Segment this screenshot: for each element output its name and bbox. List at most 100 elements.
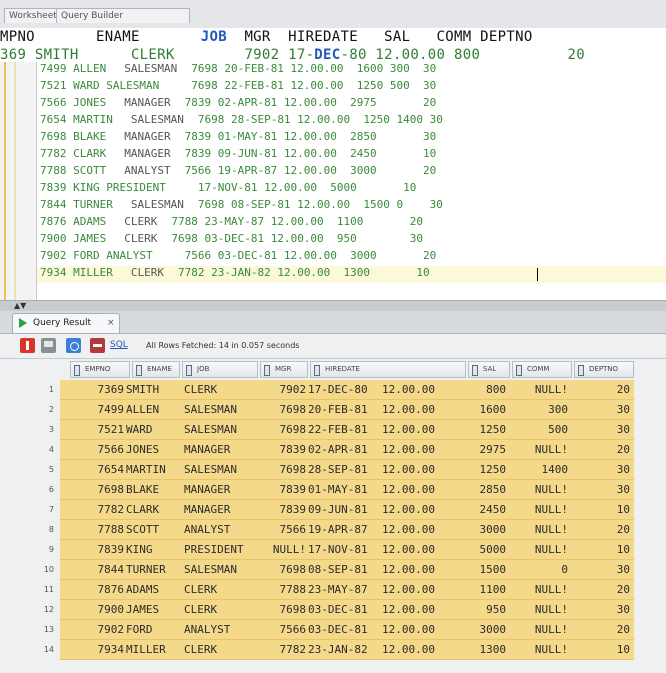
cell-sal[interactable]: 950	[464, 600, 506, 619]
cell-ename[interactable]: WARD	[126, 420, 182, 439]
cell-hire[interactable]: 22-FEB-81	[308, 420, 378, 439]
col-header-ename[interactable]: ENAME	[132, 361, 180, 378]
table-row[interactable]: 6 7698 BLAKE MANAGER 7839 01-MAY-81 12.00.00 28…	[12, 480, 634, 500]
table-row[interactable]: 10 7844 TURNER SALESMAN 7698 08-SEP-81 12.00.0…	[12, 560, 634, 580]
cell-ename[interactable]: ALLEN	[126, 400, 182, 419]
cell-mgr[interactable]: 7698	[262, 460, 307, 479]
cell-ename[interactable]: ADAMS	[126, 580, 182, 599]
cell-hire[interactable]: 20-FEB-81	[308, 400, 378, 419]
cell-comm[interactable]: NULL!	[510, 380, 568, 399]
cell-time[interactable]: 12.00.00	[382, 420, 460, 439]
cell-dept[interactable]: 10	[572, 640, 630, 659]
cell-job[interactable]: SALESMAN	[184, 560, 260, 579]
cell-hire[interactable]: 09-JUN-81	[308, 500, 378, 519]
cell-empno[interactable]: 7499	[72, 400, 125, 419]
cell-hire[interactable]: 28-SEP-81	[308, 460, 378, 479]
table-row[interactable]: 4 7566 JONES MANAGER 7839 02-APR-81 12.00.00 29…	[12, 440, 634, 460]
cell-dept[interactable]: 30	[572, 420, 630, 439]
cell-job[interactable]: CLERK	[184, 380, 260, 399]
cell-empno[interactable]: 7902	[72, 620, 125, 639]
cell-time[interactable]: 12.00.00	[382, 620, 460, 639]
cell-job[interactable]: CLERK	[184, 600, 260, 619]
cell-ename[interactable]: CLARK	[126, 500, 182, 519]
cell-sal[interactable]: 5000	[464, 540, 507, 559]
col-header-hiredate[interactable]: HIREDATE	[310, 361, 466, 378]
cell-sal[interactable]: 1500	[464, 560, 507, 579]
cell-dept[interactable]: 30	[572, 600, 630, 619]
cell-dept[interactable]: 20	[572, 520, 630, 539]
cell-sal[interactable]: 800	[464, 380, 506, 399]
cell-empno[interactable]: 7788	[72, 520, 125, 539]
cell-ename[interactable]: BLAKE	[126, 480, 182, 499]
cell-dept[interactable]: 20	[572, 440, 630, 459]
cell-sal[interactable]: 1250	[464, 420, 507, 439]
cell-empno[interactable]: 7844	[72, 560, 125, 579]
cell-ename[interactable]: SMITH	[126, 380, 182, 399]
cell-comm[interactable]: NULL!	[510, 440, 568, 459]
cell-empno[interactable]: 7698	[72, 480, 125, 499]
cell-hire[interactable]: 23-MAY-87	[308, 580, 378, 599]
cell-time[interactable]: 12.00.00	[382, 440, 460, 459]
cell-hire[interactable]: 03-DEC-81	[308, 600, 378, 619]
cell-sal[interactable]: 3000	[464, 620, 507, 639]
print-icon[interactable]	[41, 338, 56, 353]
cell-sal[interactable]: 1100	[464, 580, 507, 599]
cell-sal[interactable]: 1600	[464, 400, 507, 419]
col-header-empno[interactable]: EMPNO	[70, 361, 130, 378]
cell-dept[interactable]: 10	[572, 500, 630, 519]
cell-comm[interactable]: NULL!	[510, 600, 568, 619]
cell-sal[interactable]: 2450	[464, 500, 507, 519]
cell-ename[interactable]: MARTIN	[126, 460, 182, 479]
cell-empno[interactable]: 7782	[72, 500, 125, 519]
cell-hire[interactable]: 01-MAY-81	[308, 480, 378, 499]
table-row[interactable]: 7 7782 CLARK MANAGER 7839 09-JUN-81 12.00.00 24…	[12, 500, 634, 520]
cell-job[interactable]: PRESIDENT	[184, 540, 260, 559]
cell-empno[interactable]: 7900	[72, 600, 125, 619]
cell-comm[interactable]: 300	[510, 400, 568, 419]
cell-dept[interactable]: 20	[572, 580, 630, 599]
cell-ename[interactable]: JONES	[126, 440, 182, 459]
refresh-icon[interactable]	[66, 338, 81, 353]
cell-mgr[interactable]: 7839	[262, 500, 307, 519]
cell-comm[interactable]: 500	[510, 420, 568, 439]
col-header-mgr[interactable]: MGR	[260, 361, 308, 378]
cell-job[interactable]: MANAGER	[184, 440, 260, 459]
cell-time[interactable]: 12.00.00	[382, 500, 460, 519]
cell-sal[interactable]: 2850	[464, 480, 507, 499]
col-header-comm[interactable]: COMM	[512, 361, 572, 378]
cell-hire[interactable]: 03-DEC-81	[308, 620, 378, 639]
cell-comm[interactable]: 1400	[510, 460, 569, 479]
col-header-deptno[interactable]: DEPTNO	[574, 361, 634, 378]
table-row[interactable]: 5 7654 MARTIN SALESMAN 7698 28-SEP-81 12.00.00…	[12, 460, 634, 480]
cell-time[interactable]: 12.00.00	[382, 580, 460, 599]
cell-time[interactable]: 12.00.00	[382, 640, 460, 659]
cell-mgr[interactable]: 7698	[262, 400, 307, 419]
tab-query-builder[interactable]: Query Builder	[56, 8, 190, 23]
cell-hire[interactable]: 02-APR-81	[308, 440, 378, 459]
tab-worksheet[interactable]: Worksheet	[4, 8, 62, 23]
cell-mgr[interactable]: 7566	[262, 620, 307, 639]
cell-dept[interactable]: 10	[572, 540, 630, 559]
pin-icon[interactable]	[20, 338, 35, 353]
sql-link[interactable]: SQL	[110, 340, 128, 350]
cell-time[interactable]: 12.00.00	[382, 520, 460, 539]
cell-comm[interactable]: NULL!	[510, 520, 568, 539]
col-header-job[interactable]: JOB	[182, 361, 258, 378]
cell-hire[interactable]: 23-JAN-82	[308, 640, 378, 659]
table-row[interactable]: 9 7839 KING PRESIDENT NULL! 17-NOV-81 12.00.00…	[12, 540, 634, 560]
cell-empno[interactable]: 7934	[72, 640, 125, 659]
cell-time[interactable]: 12.00.00	[382, 480, 460, 499]
table-row[interactable]: 12 7900 JAMES CLERK 7698 03-DEC-81 12.00.00 950…	[12, 600, 634, 620]
cell-job[interactable]: MANAGER	[184, 500, 260, 519]
cell-dept[interactable]: 30	[572, 460, 630, 479]
cell-mgr[interactable]: 7698	[262, 420, 307, 439]
cell-mgr[interactable]: 7839	[262, 480, 307, 499]
cell-ename[interactable]: FORD	[126, 620, 182, 639]
cell-dept[interactable]: 30	[572, 480, 630, 499]
cell-hire[interactable]: 08-SEP-81	[308, 560, 378, 579]
table-row[interactable]: 13 7902 FORD ANALYST 7566 03-DEC-81 12.00.00 30…	[12, 620, 634, 640]
cell-sal[interactable]: 1250	[464, 460, 507, 479]
cell-ename[interactable]: MILLER	[126, 640, 182, 659]
cell-empno[interactable]: 7521	[72, 420, 125, 439]
cell-comm[interactable]: NULL!	[510, 580, 568, 599]
